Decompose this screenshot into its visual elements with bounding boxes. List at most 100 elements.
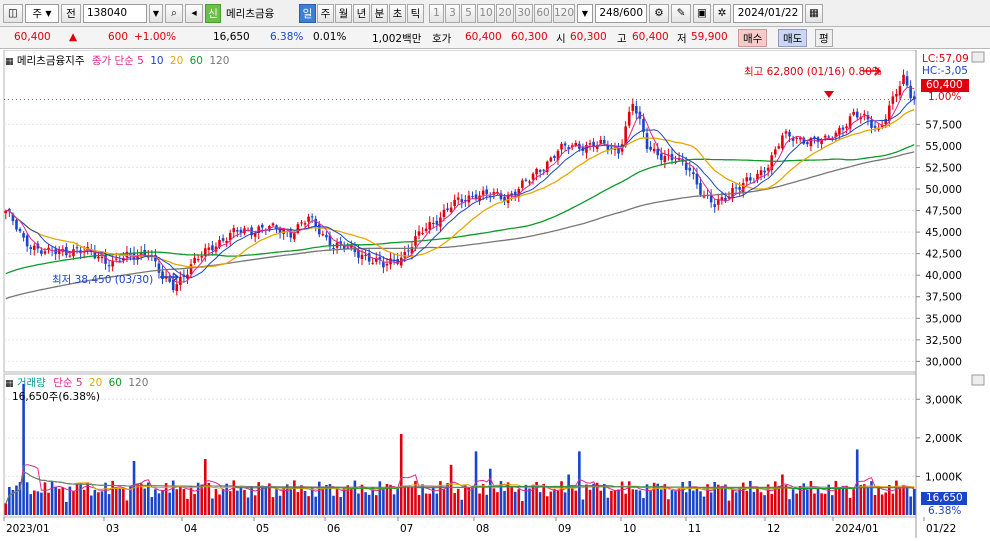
candle-body [207, 247, 211, 250]
candle-body [542, 169, 546, 171]
prev-button[interactable]: 전 [61, 3, 81, 23]
volume-bar [221, 488, 225, 515]
volume-bar [253, 495, 257, 515]
volume-bar [684, 492, 688, 515]
interval-button-4[interactable]: 20 [496, 3, 514, 23]
volume-bar [414, 480, 417, 515]
interval-button-0[interactable]: 1 [429, 3, 444, 23]
candle-body [168, 278, 171, 282]
draw-tool-icon[interactable]: ✎ [671, 3, 691, 23]
candle-body [236, 230, 239, 232]
volume-bar [624, 493, 627, 515]
save-icon[interactable]: ▣ [693, 3, 711, 23]
high-marker-text: 최고 62,800 (01/16) [744, 66, 846, 78]
volume-bar [47, 492, 50, 515]
interval-button-5[interactable]: 30 [515, 3, 533, 23]
candle-body [684, 162, 688, 170]
candle-body [773, 149, 777, 155]
scroll-up-button[interactable] [971, 51, 985, 63]
candle-body [43, 251, 47, 254]
period-button-0[interactable]: 일 [299, 3, 316, 23]
volume-bar [139, 483, 143, 515]
period-button-3[interactable]: 년 [353, 3, 370, 23]
volume-bar [57, 488, 61, 515]
high-price: 60,400 [632, 31, 669, 43]
avg-button[interactable]: 평 [815, 29, 833, 47]
calendar-icon[interactable]: ▦ [805, 3, 823, 23]
volume-bar [353, 480, 357, 515]
date-field[interactable]: 2024/01/22 [733, 3, 803, 23]
candle-body [838, 127, 841, 135]
interval-dropdown[interactable]: ▼ [577, 3, 593, 23]
vma5-label: 5 [75, 377, 83, 389]
volume-bar [296, 492, 300, 515]
price-volume-chart[interactable]: 57,500 55,000 52,500 50,000 47,500 45,000 42,5… [0, 49, 990, 538]
current-price: 60,400 [14, 31, 51, 43]
candle-body [371, 262, 375, 264]
volume-bar [909, 496, 912, 515]
interval-button-3[interactable]: 10 [477, 3, 495, 23]
code-value: 138040 [87, 7, 128, 19]
period-buttons: 일주월년분초틱 [299, 3, 424, 23]
volume-bar [236, 490, 239, 515]
high-label: 고 [617, 33, 627, 45]
interval-button-6[interactable]: 60 [534, 3, 552, 23]
volume-bar [884, 492, 888, 515]
volume-bar [396, 488, 399, 515]
volume-bar [346, 485, 350, 515]
candle-body [563, 143, 567, 146]
candle-body [531, 173, 535, 180]
interval-button-1[interactable]: 3 [445, 3, 460, 23]
period-button-2[interactable]: 월 [335, 3, 352, 23]
ma5-label: 5 [137, 55, 144, 67]
window-icon[interactable]: ◫ [3, 3, 23, 23]
candle-body [823, 135, 827, 138]
period-button-6[interactable]: 틱 [407, 3, 424, 23]
code-dropdown[interactable]: ▼ [149, 3, 163, 23]
volume-bar [293, 480, 296, 515]
candle-body [300, 222, 303, 224]
price-change: 600 [108, 31, 129, 43]
gear-icon[interactable]: ✲ [713, 3, 731, 23]
volume-bar [321, 486, 325, 515]
candle-body [855, 111, 859, 118]
scroll-down-button[interactable] [971, 374, 985, 386]
market-select[interactable]: 주 ▼ [25, 3, 59, 23]
price-tick-label: 40,000 [925, 270, 962, 282]
volume-bar [513, 491, 517, 515]
sell-button[interactable]: 매도 [778, 29, 808, 47]
period-button-4[interactable]: 분 [371, 3, 388, 23]
volume-bar [510, 486, 513, 515]
ask-price: 60,400 [465, 31, 502, 43]
volume-bar [378, 481, 382, 515]
volume-bar [692, 490, 695, 515]
candle-body [521, 180, 524, 188]
interval-buttons: 1 3 5 10 20 30 60 120 [429, 3, 575, 23]
interval-button-2[interactable]: 5 [461, 3, 476, 23]
volume-bar [702, 496, 706, 515]
interval-button-7[interactable]: 120 [553, 3, 575, 23]
candle-body [656, 149, 660, 156]
volume-bar [54, 486, 57, 515]
stock-name: 메리츠금융 [226, 7, 275, 20]
market-label: 주 [32, 7, 43, 20]
settings-tool-icon[interactable]: ⚙ [649, 3, 669, 23]
candle-body [524, 179, 528, 181]
turnover-pct: 0.01% [313, 31, 347, 43]
chart-area[interactable]: 57,500 55,000 52,500 50,000 47,500 45,000 42,5… [0, 49, 990, 538]
price-tick-label: 42,500 [925, 249, 962, 261]
volume-bar [674, 491, 677, 515]
volume-bar [389, 484, 392, 515]
volume-bar [745, 490, 749, 515]
period-button-1[interactable]: 주 [317, 3, 334, 23]
speaker-icon[interactable]: ◂ [185, 3, 203, 23]
buy-button[interactable]: 매수 [738, 29, 768, 47]
volume-bar [756, 487, 759, 515]
legend-box-icon: ▦ [5, 379, 14, 389]
volume-bar [72, 491, 75, 515]
period-button-5[interactable]: 초 [389, 3, 406, 23]
search-icon[interactable]: ⌕ [165, 3, 183, 23]
volume-bar [567, 474, 570, 515]
code-input[interactable]: 138040 [83, 3, 147, 23]
count-field[interactable]: 248/600 [595, 3, 647, 23]
